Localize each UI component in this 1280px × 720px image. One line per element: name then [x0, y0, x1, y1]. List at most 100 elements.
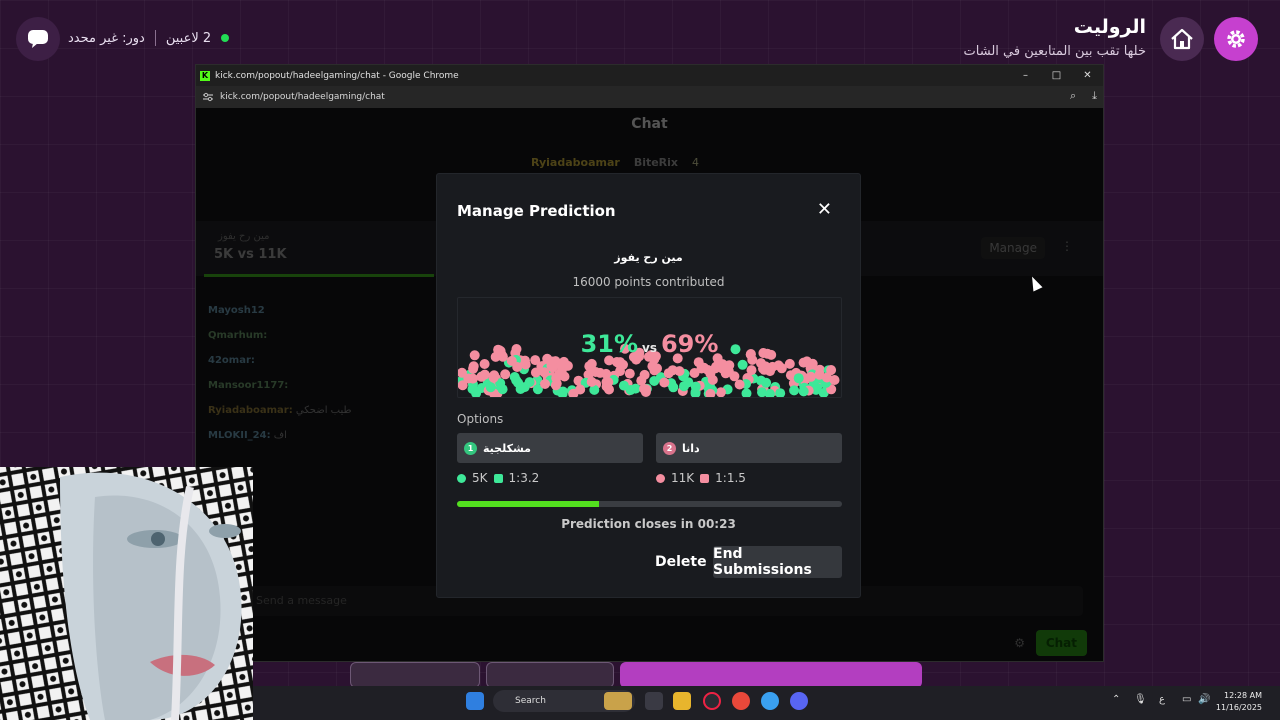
app-icon[interactable]: [703, 692, 721, 710]
bubble: [639, 369, 650, 380]
bubble: [575, 384, 586, 395]
bubble: [798, 386, 809, 397]
bubble: [761, 377, 772, 388]
option-2-card[interactable]: 2 دانا: [656, 433, 842, 463]
chat-logo-button[interactable]: [16, 17, 60, 61]
option-1-number: 1: [464, 441, 477, 455]
game-button-2[interactable]: [486, 662, 614, 688]
bubble: [775, 388, 786, 397]
bubble: [689, 368, 700, 378]
bubble: [659, 377, 670, 388]
window-controls: – □ ✕: [1010, 65, 1103, 86]
clock-date: 11/16/2025: [1215, 703, 1262, 712]
role-label: دور: غير محدد: [68, 30, 145, 46]
close-window-button[interactable]: ✕: [1072, 65, 1103, 86]
bubble: [479, 369, 490, 380]
chrome-icon[interactable]: [732, 692, 750, 710]
search-highlight-icon[interactable]: [604, 692, 632, 710]
bubble: [652, 363, 662, 374]
maximize-button[interactable]: □: [1041, 65, 1072, 86]
game-button-1[interactable]: [350, 662, 480, 688]
chat-bubble-icon: [28, 30, 48, 48]
percent-row: 31% vs 69%: [458, 330, 841, 358]
webcam-image: [0, 467, 253, 720]
minimize-button[interactable]: –: [1010, 65, 1041, 86]
file-explorer-icon[interactable]: [673, 692, 691, 710]
users-icon: [656, 473, 665, 483]
prediction-question: مين رح يفوز: [614, 251, 683, 264]
players-count: 2 لاعبين: [165, 30, 212, 46]
bubble: [707, 374, 718, 385]
network-icon[interactable]: ▭: [1182, 694, 1191, 705]
discord-icon[interactable]: [790, 692, 808, 710]
prediction-closes: Prediction closes in 00:23: [561, 517, 736, 531]
settings-button[interactable]: [1214, 17, 1258, 61]
taskbar-search-label[interactable]: Search: [515, 696, 546, 706]
bubble: [467, 384, 478, 394]
bubble: [649, 376, 660, 386]
download-icon[interactable]: ⤓: [1092, 89, 1097, 103]
option-1-points: 5K: [472, 471, 488, 485]
bubble: [746, 365, 757, 376]
bubble: [737, 359, 748, 370]
option-1-stats: 5K 1:3.2: [457, 471, 539, 485]
bubble: [789, 385, 800, 396]
input-language[interactable]: ع: [1159, 694, 1165, 705]
bubble: [520, 359, 531, 370]
bubble: [546, 360, 557, 371]
bubble: [618, 380, 629, 391]
bubble: [485, 382, 496, 393]
zoom-icon[interactable]: ⌕: [1070, 89, 1076, 103]
bubble: [515, 384, 526, 394]
option-2-ratio: 1:1.5: [715, 471, 746, 485]
home-button[interactable]: [1160, 17, 1204, 61]
bubble: [741, 388, 752, 397]
bubble: [488, 372, 499, 383]
game-subtitle: خلها تقب بين المتابعين في الشات: [963, 44, 1146, 59]
bubble: [720, 368, 731, 379]
bubble: [500, 369, 511, 380]
percent-option-a: 31%: [580, 330, 639, 358]
window-title: kick.com/popout/hadeelgaming/chat - Goog…: [215, 70, 459, 81]
bubble: [793, 373, 804, 384]
bubble: [556, 360, 566, 371]
bubble: [524, 377, 535, 388]
bubble: [550, 380, 561, 391]
option-1-card[interactable]: 1 مشكلجية: [457, 433, 643, 463]
bubble: [805, 371, 816, 382]
bubble: [509, 372, 520, 382]
status-divider: [154, 30, 156, 46]
url-bar[interactable]: kick.com/popout/hadeelgaming/chat ⌕ ⤓: [196, 86, 1103, 108]
option-2-stats: 11K 1:1.5: [656, 471, 746, 485]
bubble: [624, 368, 635, 379]
points-contributed: 16000 points contributed: [572, 275, 725, 289]
bubble: [690, 388, 701, 397]
url-text[interactable]: kick.com/popout/hadeelgaming/chat: [220, 92, 385, 102]
bubble: [618, 359, 628, 370]
bubble: [586, 376, 597, 387]
close-icon[interactable]: ✕: [817, 200, 832, 220]
delete-button[interactable]: Delete: [647, 546, 715, 578]
tray-chevron-icon[interactable]: ⌃: [1112, 694, 1120, 705]
end-submissions-button[interactable]: End Submissions: [713, 546, 842, 578]
app-icon-2[interactable]: [761, 692, 779, 710]
bubble: [674, 366, 685, 377]
taskbar-clock[interactable]: 12:28 AM 11/16/2025: [1216, 690, 1262, 714]
bubble: [807, 358, 818, 369]
url-actions: ⌕ ⤓: [1070, 89, 1097, 103]
game-button-main[interactable]: [620, 662, 922, 688]
bubble: [679, 381, 689, 392]
site-settings-icon[interactable]: [202, 92, 214, 102]
bubble: [715, 387, 726, 397]
task-view-icon[interactable]: [645, 692, 663, 710]
option-2-label: دانا: [682, 441, 700, 455]
bubble: [479, 359, 490, 369]
home-icon: [1171, 28, 1193, 50]
volume-icon[interactable]: 🔊: [1198, 694, 1210, 705]
ratio-icon: [493, 473, 503, 483]
bubble: [798, 357, 809, 368]
bubble: [734, 379, 745, 390]
windows-start-icon[interactable]: [466, 692, 484, 710]
prediction-chart: 31% vs 69%: [457, 297, 842, 398]
microphone-icon[interactable]: 🎙: [1134, 694, 1147, 705]
